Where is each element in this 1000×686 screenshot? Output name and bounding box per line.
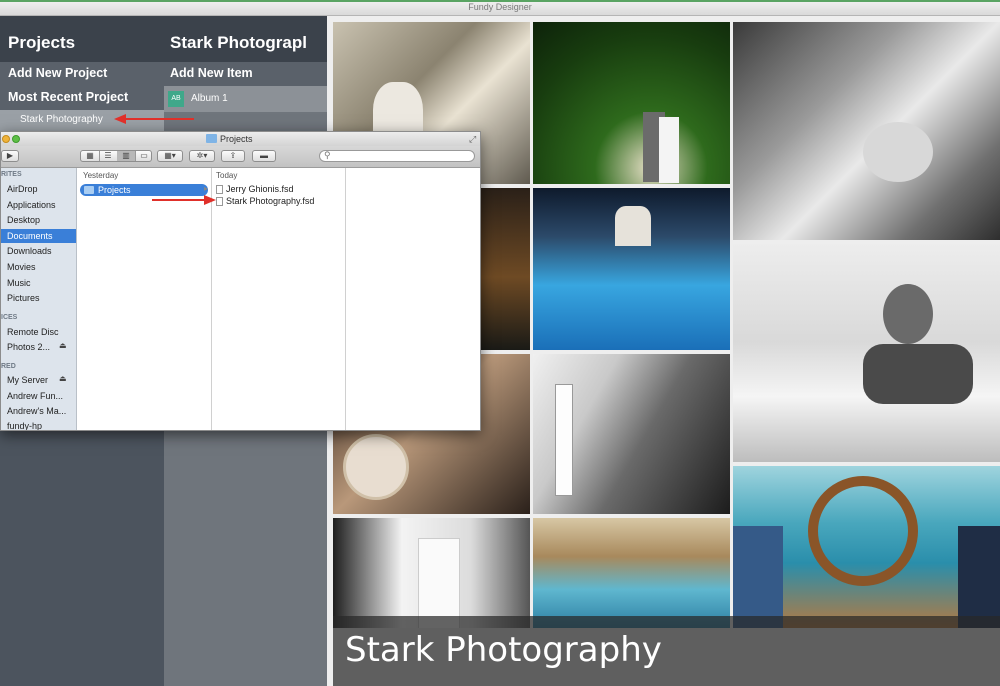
annotation-overlay	[114, 114, 216, 205]
annotation-arrow-recent	[114, 114, 194, 124]
annotation-arrow-file	[152, 195, 216, 205]
